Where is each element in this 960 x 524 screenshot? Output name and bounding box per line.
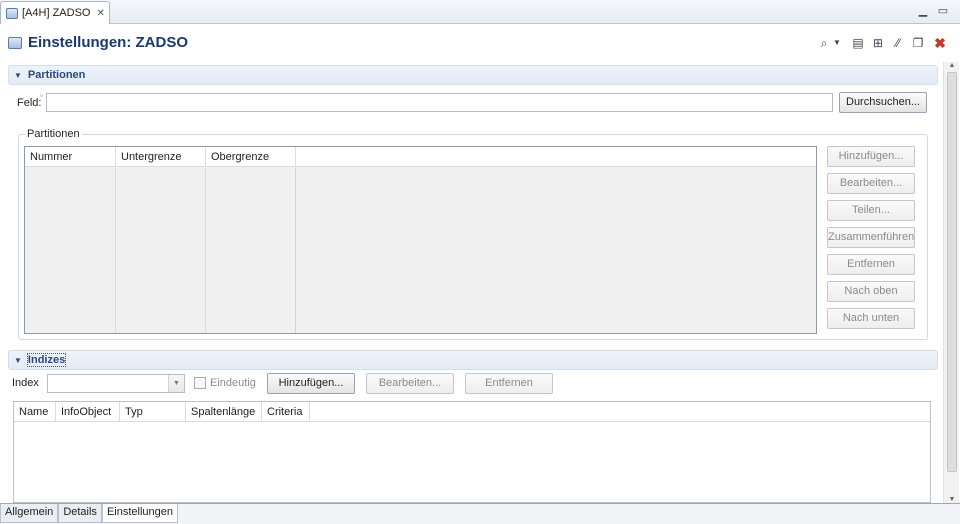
entfernen-index-button[interactable]: Entfernen	[465, 373, 553, 394]
grid-icon[interactable]: ⊞	[870, 35, 886, 51]
column-header-obergrenze[interactable]: Obergrenze	[206, 147, 296, 167]
section-partitionen[interactable]: ▼ Partitionen	[8, 65, 938, 85]
chevron-down-icon[interactable]: ▼	[832, 35, 842, 51]
bearbeiten-index-button[interactable]: Bearbeiten...	[366, 373, 454, 394]
tab-details[interactable]: Details	[58, 504, 102, 523]
column-divider	[295, 168, 296, 333]
index-label: Index	[12, 377, 39, 389]
feld-input[interactable]	[46, 93, 833, 112]
vertical-scrollbar[interactable]: ▲ ▼	[943, 62, 959, 503]
editor-tab-label: [A4H] ZADSO	[22, 7, 91, 19]
collapse-triangle-icon[interactable]: ▼	[14, 71, 22, 80]
copy-icon[interactable]: ❐	[910, 35, 926, 51]
minimize-icon[interactable]: ▁	[916, 4, 930, 18]
group-title: Partitionen	[25, 128, 82, 140]
table-header: Nummer Untergrenze Obergrenze	[25, 147, 816, 167]
required-marker-icon: ◦	[40, 91, 43, 100]
nach-oben-button[interactable]: Nach oben	[827, 281, 915, 302]
tab-einstellungen[interactable]: Einstellungen	[101, 504, 178, 523]
editor-tab-strip	[0, 0, 960, 24]
collapse-triangle-icon[interactable]: ▼	[14, 356, 22, 365]
wand-icon[interactable]: ⁄⁄	[890, 35, 906, 51]
partitionen-table[interactable]: Nummer Untergrenze Obergrenze	[24, 146, 817, 334]
index-combo[interactable]: ▼	[47, 374, 185, 393]
hinzufuegen-partition-button[interactable]: Hinzufügen...	[827, 146, 915, 167]
tab-allgemein[interactable]: Allgemein	[0, 504, 59, 523]
section-title: Partitionen	[27, 69, 86, 81]
column-header-criteria[interactable]: Criteria	[262, 402, 310, 422]
section-indizes[interactable]: ▼ Indizes	[8, 350, 938, 370]
feld-label: Feld:	[17, 97, 42, 109]
search-icon[interactable]: ⌕	[816, 35, 832, 51]
zusammenfuehren-button[interactable]: Zusammenführen	[827, 227, 915, 248]
dso-icon	[8, 37, 22, 49]
nach-unten-button[interactable]: Nach unten	[827, 308, 915, 329]
section-title: Indizes	[26, 353, 67, 367]
column-header-typ[interactable]: Typ	[120, 402, 186, 422]
delete-icon[interactable]: ✖	[932, 35, 948, 51]
column-header-untergrenze[interactable]: Untergrenze	[116, 147, 206, 167]
dso-icon	[6, 7, 18, 19]
eindeutig-checkbox[interactable]	[194, 377, 206, 389]
table-header: Name InfoObject Typ Spaltenlänge Criteri…	[14, 402, 930, 422]
activate-icon[interactable]: ▤	[850, 35, 866, 51]
column-header-name[interactable]: Name	[14, 402, 56, 422]
column-header-nummer[interactable]: Nummer	[25, 147, 116, 167]
teilen-button[interactable]: Teilen...	[827, 200, 915, 221]
chevron-down-icon[interactable]: ▼	[168, 375, 184, 392]
scrollbar-thumb[interactable]	[947, 72, 957, 472]
editor-tab-zadso[interactable]: [A4H] ZADSO ✕	[0, 1, 110, 24]
hinzufuegen-index-button[interactable]: Hinzufügen...	[267, 373, 355, 394]
durchsuchen-button[interactable]: Durchsuchen...	[839, 92, 927, 113]
scroll-up-icon[interactable]: ▲	[944, 62, 960, 69]
bottom-tab-bar: Allgemein Details Einstellungen	[0, 503, 960, 524]
column-header-spaltenlaenge[interactable]: Spaltenlänge	[186, 402, 262, 422]
page-title: Einstellungen: ZADSO	[28, 34, 189, 51]
bearbeiten-partition-button[interactable]: Bearbeiten...	[827, 173, 915, 194]
column-divider	[115, 168, 116, 333]
column-divider	[205, 168, 206, 333]
scroll-down-icon[interactable]: ▼	[944, 496, 960, 503]
column-header-infoobject[interactable]: InfoObject	[56, 402, 120, 422]
restore-icon[interactable]: ▭	[936, 4, 950, 18]
entfernen-partition-button[interactable]: Entfernen	[827, 254, 915, 275]
close-icon[interactable]: ✕	[96, 8, 104, 19]
indizes-table[interactable]: Name InfoObject Typ Spaltenlänge Criteri…	[13, 401, 931, 503]
eindeutig-label: Eindeutig	[210, 377, 256, 389]
